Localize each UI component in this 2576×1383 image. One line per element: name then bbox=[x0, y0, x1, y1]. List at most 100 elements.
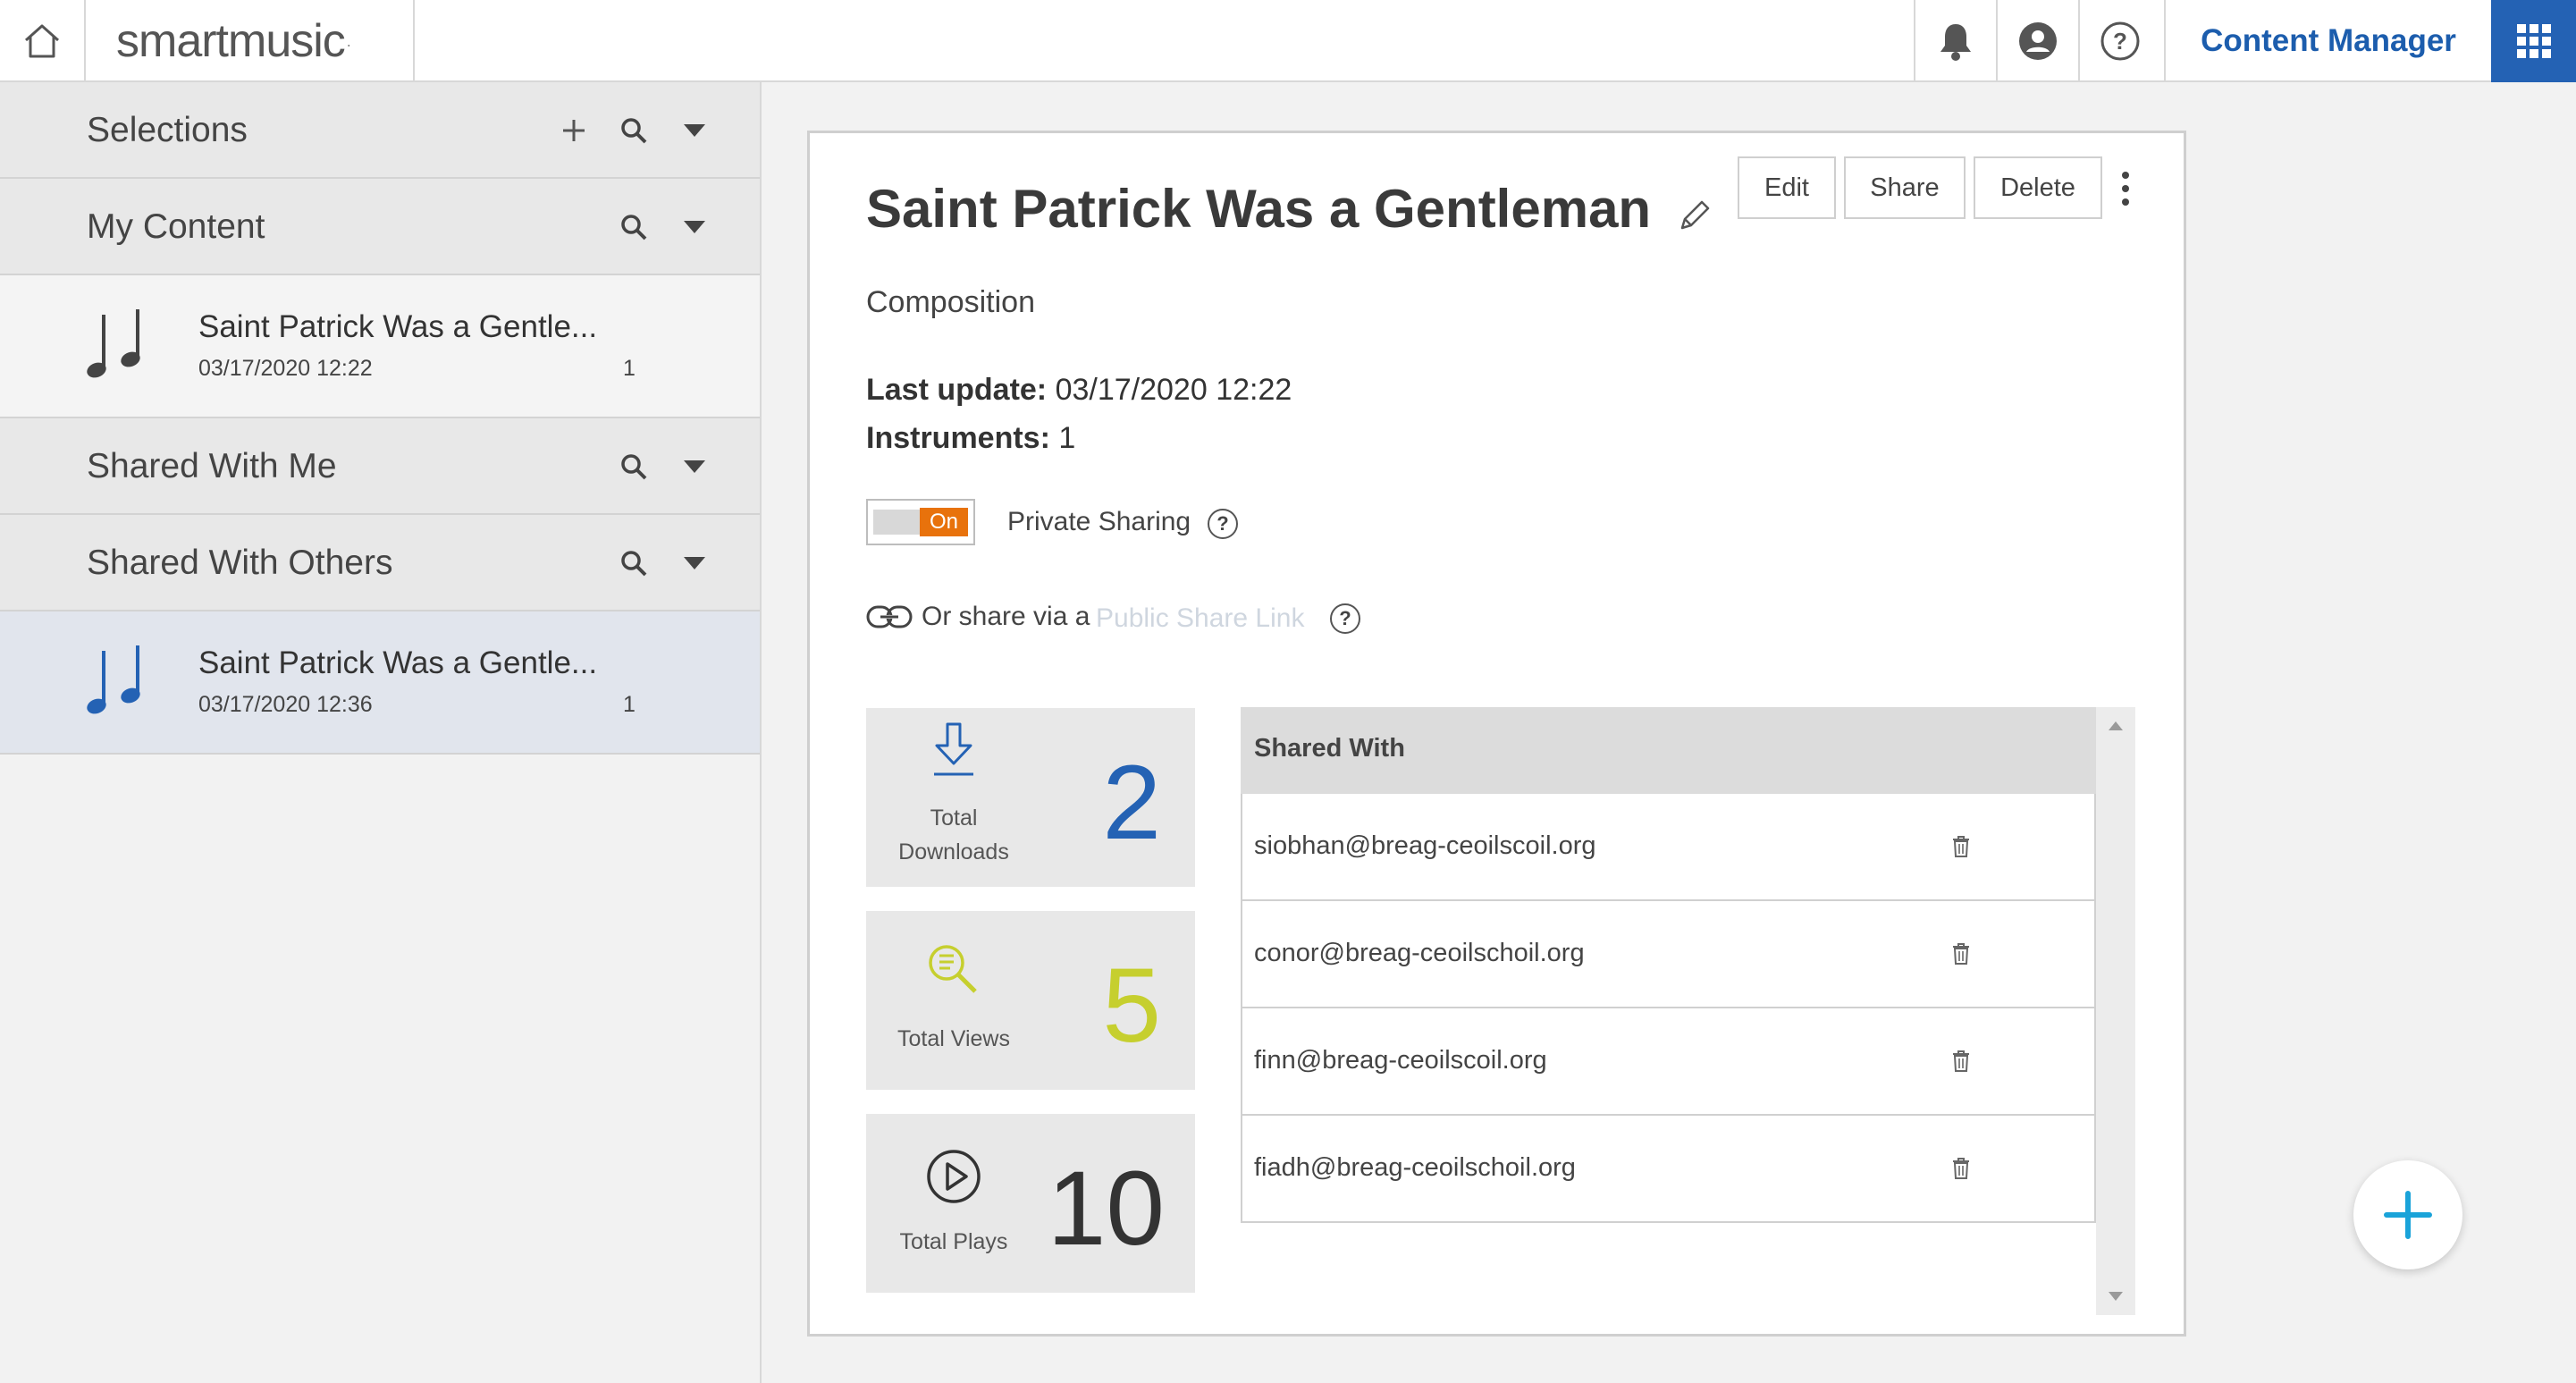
sidebar: Selections My Content Saint Patrick Was … bbox=[0, 82, 762, 1383]
stat-value: 10 bbox=[1047, 1150, 1165, 1268]
instruments-label: Instruments: bbox=[866, 421, 1050, 455]
section-title: Shared With Others bbox=[87, 544, 393, 582]
list-item-selected[interactable]: Saint Patrick Was a Gentle... 03/17/2020… bbox=[0, 611, 760, 755]
public-share-help-icon[interactable]: ? bbox=[1330, 603, 1360, 634]
instruments: Instruments: 1 bbox=[866, 421, 1075, 456]
table-body: siobhan@breag-ceoilscoil.org conor@breag… bbox=[1241, 794, 2096, 1223]
section-selections[interactable]: Selections bbox=[0, 82, 760, 179]
item-count: 1 bbox=[623, 356, 636, 381]
music-notes-icon bbox=[86, 308, 148, 383]
search-icon[interactable] bbox=[610, 443, 657, 490]
section-my-content[interactable]: My Content bbox=[0, 179, 760, 275]
public-share-link[interactable]: Public Share Link bbox=[1096, 603, 1304, 634]
stat-label: Total Plays bbox=[899, 1229, 1008, 1254]
scroll-down-arrow-icon[interactable] bbox=[2109, 1292, 2123, 1301]
chevron-down-icon[interactable] bbox=[671, 107, 718, 154]
svg-text:?: ? bbox=[2113, 28, 2127, 55]
chevron-down-icon[interactable] bbox=[671, 443, 718, 490]
stat-value: 2 bbox=[1102, 744, 1161, 862]
table-row: finn@breag-ceoilscoil.org bbox=[1242, 1008, 2094, 1116]
music-notes-icon bbox=[86, 644, 148, 719]
list-item[interactable]: Saint Patrick Was a Gentle... 03/17/2020… bbox=[0, 275, 760, 418]
shared-email: fiadh@breag-ceoilschoil.org bbox=[1254, 1153, 1576, 1182]
apps-grid-icon bbox=[2516, 23, 2552, 59]
home-icon bbox=[22, 21, 62, 61]
account-button[interactable] bbox=[1996, 0, 2078, 82]
last-update-value: 03/17/2020 12:22 bbox=[1055, 373, 1292, 407]
brand-mark: . bbox=[346, 31, 351, 50]
item-date: 03/17/2020 12:22 bbox=[198, 356, 373, 381]
shared-email: finn@breag-ceoilscoil.org bbox=[1254, 1046, 1547, 1075]
table-scrollbar[interactable] bbox=[2096, 707, 2135, 1315]
help-icon: ? bbox=[2100, 21, 2141, 62]
stat-label: Total Views bbox=[897, 1026, 1010, 1051]
table-row: fiadh@breag-ceoilschoil.org bbox=[1242, 1116, 2094, 1223]
table-header: Shared With bbox=[1241, 707, 2096, 794]
delete-button[interactable]: Delete bbox=[1974, 156, 2102, 219]
notifications-button[interactable] bbox=[1914, 0, 1996, 82]
item-count: 1 bbox=[623, 692, 636, 717]
share-via-label: Or share via a bbox=[922, 602, 1090, 631]
section-shared-with-me[interactable]: Shared With Me bbox=[0, 418, 760, 515]
stat-label-line: Downloads bbox=[898, 839, 1009, 864]
table-row: siobhan@breag-ceoilscoil.org bbox=[1242, 794, 2094, 901]
account-icon bbox=[2017, 21, 2058, 62]
chevron-down-icon[interactable] bbox=[671, 540, 718, 586]
add-content-button[interactable] bbox=[2353, 1160, 2462, 1269]
chevron-down-icon[interactable] bbox=[671, 204, 718, 250]
toggle-on-label: On bbox=[920, 508, 968, 536]
detail-card: Saint Patrick Was a Gentleman Edit Share… bbox=[807, 131, 2186, 1337]
last-update-label: Last update: bbox=[866, 373, 1048, 407]
trash-icon[interactable] bbox=[1951, 942, 1971, 966]
download-icon bbox=[930, 722, 977, 780]
section-title: Selections bbox=[87, 111, 248, 149]
scroll-up-arrow-icon[interactable] bbox=[2109, 721, 2123, 730]
item-title: Saint Patrick Was a Gentle... bbox=[198, 645, 598, 680]
view-search-icon bbox=[925, 941, 981, 997]
private-sharing-toggle[interactable]: On bbox=[866, 499, 975, 545]
home-button[interactable] bbox=[0, 0, 86, 82]
stat-total-plays: Total Plays 10 bbox=[866, 1114, 1195, 1293]
stat-label-line: Total bbox=[930, 805, 978, 831]
stat-total-views: Total Views 5 bbox=[866, 911, 1195, 1090]
section-title: My Content bbox=[87, 207, 265, 246]
trash-icon[interactable] bbox=[1951, 1050, 1971, 1073]
plus-icon bbox=[2383, 1190, 2433, 1240]
help-button[interactable]: ? bbox=[2078, 0, 2160, 82]
play-circle-icon bbox=[925, 1148, 982, 1205]
search-icon[interactable] bbox=[610, 540, 657, 586]
brand-logo[interactable]: smartmusic. bbox=[86, 0, 415, 82]
bell-icon bbox=[1936, 21, 1975, 62]
private-sharing-label: Private Sharing bbox=[1007, 507, 1191, 536]
trash-icon[interactable] bbox=[1951, 835, 1971, 858]
more-options-icon[interactable] bbox=[2120, 171, 2131, 207]
shared-with-table: Shared With siobhan@breag-ceoilscoil.org… bbox=[1241, 707, 2135, 1315]
stat-total-downloads: Total Downloads 2 bbox=[866, 708, 1195, 887]
stat-value: 5 bbox=[1102, 947, 1161, 1065]
shared-email: conor@breag-ceoilschoil.org bbox=[1254, 939, 1585, 967]
share-button[interactable]: Share bbox=[1844, 156, 1966, 219]
stat-label: Total Downloads bbox=[866, 801, 1041, 869]
toggle-track bbox=[873, 510, 922, 535]
page-title: Saint Patrick Was a Gentleman bbox=[866, 179, 1652, 239]
last-update: Last update: 03/17/2020 12:22 bbox=[866, 373, 1292, 408]
add-icon[interactable] bbox=[551, 107, 597, 154]
section-shared-with-others[interactable]: Shared With Others bbox=[0, 515, 760, 611]
edit-button[interactable]: Edit bbox=[1738, 156, 1836, 219]
search-icon[interactable] bbox=[610, 107, 657, 154]
section-title: Shared With Me bbox=[87, 447, 337, 485]
link-icon bbox=[866, 604, 913, 629]
private-sharing-help-icon[interactable]: ? bbox=[1208, 509, 1238, 539]
pencil-icon[interactable] bbox=[1677, 198, 1713, 233]
table-header-label: Shared With bbox=[1254, 734, 1405, 763]
brand-name: smartmusic bbox=[116, 15, 346, 67]
content-type: Composition bbox=[866, 285, 1035, 319]
top-bar: smartmusic. ? Content Manager bbox=[0, 0, 2576, 82]
table-row: conor@breag-ceoilschoil.org bbox=[1242, 901, 2094, 1008]
search-icon[interactable] bbox=[610, 204, 657, 250]
item-title: Saint Patrick Was a Gentle... bbox=[198, 309, 598, 344]
content-manager-link[interactable]: Content Manager bbox=[2164, 0, 2491, 82]
trash-icon[interactable] bbox=[1951, 1157, 1971, 1180]
apps-menu-button[interactable] bbox=[2491, 0, 2576, 82]
shared-email: siobhan@breag-ceoilscoil.org bbox=[1254, 831, 1596, 860]
